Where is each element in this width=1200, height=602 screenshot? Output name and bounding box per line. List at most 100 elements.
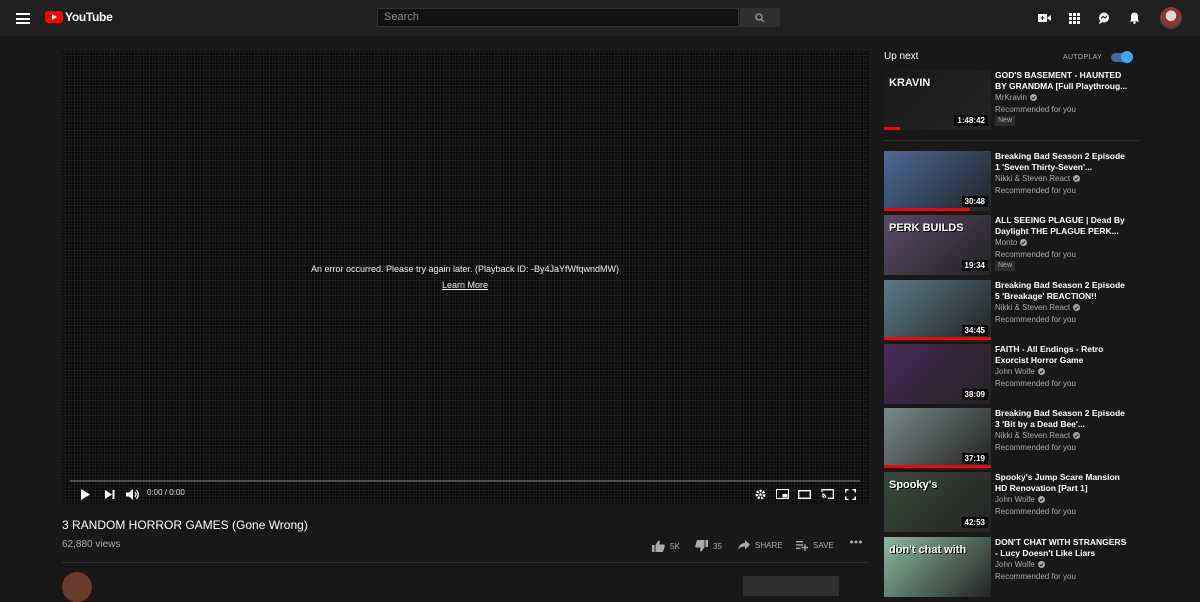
new-badge: New [995, 116, 1016, 126]
thumbnail-text: don't chat with [889, 544, 967, 556]
volume-icon[interactable] [125, 487, 141, 501]
like-button[interactable]: 5K [652, 540, 680, 552]
save-label: SAVE [813, 541, 834, 550]
notifications-bell-icon[interactable] [1127, 11, 1141, 25]
miniplayer-icon[interactable] [775, 487, 789, 501]
avatar[interactable] [1160, 7, 1182, 29]
video-title: 3 RANDOM HORROR GAMES (Gone Wrong) [62, 518, 308, 532]
recommended-title[interactable]: GOD'S BASEMENT - HAUNTED BY GRANDMA [Ful… [995, 70, 1130, 91]
toggle-knob [1121, 51, 1133, 63]
search-input[interactable]: Search [377, 8, 739, 27]
settings-gear-icon[interactable] [753, 487, 767, 501]
recommended-reason: Recommended for you [995, 250, 1076, 259]
recommended-title[interactable]: Breaking Bad Season 2 Episode 1 'Seven T… [995, 151, 1130, 172]
error-message: An error occurred. Please try again late… [310, 264, 620, 274]
recommended-video[interactable]: Spooky's 42:53 Spooky's Jump Scare Mansion… [884, 472, 1184, 532]
recommended-title[interactable]: ALL SEEING PLAGUE | Dead By Daylight THE… [995, 215, 1130, 236]
verified-check-icon [1037, 561, 1045, 568]
channel-avatar[interactable] [62, 572, 92, 602]
view-count: 62,880 views [62, 539, 121, 550]
search-icon [755, 12, 765, 22]
video-thumbnail[interactable]: 34:45 [884, 280, 991, 340]
recommended-video[interactable]: KRAVIN 1:48:42 GOD'S BASEMENT - HAUNTED BY… [884, 70, 1184, 130]
verified-check-icon [1037, 496, 1045, 503]
recommended-title[interactable]: Breaking Bad Season 2 Episode 3 'Bit by … [995, 408, 1130, 429]
channel-name[interactable]: John Wolfe [995, 560, 1045, 569]
channel-name-text: John Wolfe [995, 560, 1035, 569]
channel-name-text: John Wolfe [995, 495, 1035, 504]
autoplay-toggle[interactable] [1111, 51, 1133, 63]
dislike-button[interactable]: 35 [695, 540, 722, 552]
recommended-reason: Recommended for you [995, 315, 1076, 324]
video-thumbnail[interactable]: 37:19 [884, 408, 991, 468]
channel-name-text: Nikki & Steven React [995, 174, 1071, 183]
play-icon[interactable] [78, 487, 92, 501]
channel-name-text: Nikki & Steven React [995, 431, 1071, 440]
duration-badge: 34:45 [961, 325, 988, 336]
channel-name-text: John Wolfe [995, 367, 1035, 376]
messages-icon[interactable] [1097, 11, 1111, 25]
duration-badge: 30:48 [961, 196, 988, 207]
channel-name[interactable]: MrKravin [995, 93, 1038, 102]
recommended-title[interactable]: DON'T CHAT WITH STRANGERS - Lucy Doesn't… [995, 537, 1130, 558]
search-button[interactable] [740, 8, 780, 27]
verified-check-icon [1030, 94, 1038, 101]
video-thumbnail[interactable]: 30:48 [884, 151, 991, 211]
video-thumbnail[interactable]: Spooky's 42:53 [884, 472, 991, 532]
learn-more-link[interactable]: Learn More [61, 280, 869, 290]
up-next-heading: Up next [884, 51, 919, 62]
theater-mode-icon[interactable] [797, 487, 811, 501]
verified-check-icon [1073, 432, 1081, 439]
apps-grid-icon[interactable] [1067, 11, 1081, 25]
video-thumbnail[interactable]: 38:09 [884, 344, 991, 404]
playlist-add-icon [796, 541, 808, 551]
subscribe-button[interactable] [743, 576, 839, 596]
recommended-video[interactable]: PERK BUILDS 19:34 ALL SEEING PLAGUE | Dead… [884, 215, 1184, 275]
divider [62, 562, 869, 563]
like-count: 5K [670, 541, 680, 551]
recommended-reason: Recommended for you [995, 443, 1076, 452]
recommended-video[interactable]: 38:09 FAITH - All Endings - Retro Exorcis… [884, 344, 1184, 404]
next-icon[interactable] [103, 487, 117, 501]
recommended-reason: Recommended for you [995, 507, 1076, 516]
channel-name[interactable]: John Wolfe [995, 495, 1045, 504]
recommended-reason: Recommended for you [995, 186, 1076, 195]
more-actions-button[interactable] [850, 540, 867, 544]
youtube-logo[interactable]: YouTube [45, 10, 113, 24]
recommended-title[interactable]: Breaking Bad Season 2 Episode 5 'Breakag… [995, 280, 1130, 301]
video-thumbnail[interactable]: don't chat with [884, 537, 991, 597]
thumbnail-text: KRAVIN [889, 77, 931, 89]
thumbnail-text: Spooky's [889, 479, 938, 491]
channel-name[interactable]: Nikki & Steven React [995, 174, 1081, 183]
new-badge: New [995, 261, 1016, 271]
channel-name[interactable]: Nikki & Steven React [995, 303, 1081, 312]
autoplay-label: AUTOPLAY [1063, 54, 1103, 61]
play-logo-icon [45, 11, 63, 23]
channel-name[interactable]: Monto [995, 238, 1028, 247]
verified-check-icon [1020, 239, 1028, 246]
recommended-title[interactable]: Spooky's Jump Scare Mansion HD Renovatio… [995, 472, 1130, 493]
up-next-separator [884, 140, 1139, 141]
recommended-video[interactable]: 37:19 Breaking Bad Season 2 Episode 3 'Bi… [884, 408, 1184, 468]
video-player[interactable]: An error occurred. Please try again late… [61, 51, 869, 504]
channel-name[interactable]: John Wolfe [995, 367, 1045, 376]
channel-name[interactable]: Nikki & Steven React [995, 431, 1081, 440]
logo-text: YouTube [65, 10, 113, 24]
recommended-video[interactable]: 30:48 Breaking Bad Season 2 Episode 1 'Se… [884, 151, 1184, 211]
video-thumbnail[interactable]: KRAVIN 1:48:42 [884, 70, 991, 130]
recommended-reason: Recommended for you [995, 105, 1076, 114]
share-icon [738, 540, 750, 550]
channel-name-text: Monto [995, 238, 1018, 247]
progress-bar[interactable] [70, 480, 860, 482]
share-button[interactable]: SHARE [738, 540, 783, 550]
recommended-video[interactable]: 34:45 Breaking Bad Season 2 Episode 5 'Br… [884, 280, 1184, 340]
cast-icon[interactable] [819, 487, 835, 501]
menu-icon[interactable] [16, 13, 30, 24]
recommended-title[interactable]: FAITH - All Endings - Retro Exorcist Hor… [995, 344, 1130, 365]
fullscreen-icon[interactable] [843, 487, 857, 501]
video-thumbnail[interactable]: PERK BUILDS 19:34 [884, 215, 991, 275]
video-camera-icon[interactable] [1037, 11, 1051, 25]
duration-badge: 38:09 [961, 389, 988, 400]
recommended-video[interactable]: don't chat with DON'T CHAT WITH STRANGERS… [884, 537, 1184, 597]
save-button[interactable]: SAVE [796, 540, 834, 551]
